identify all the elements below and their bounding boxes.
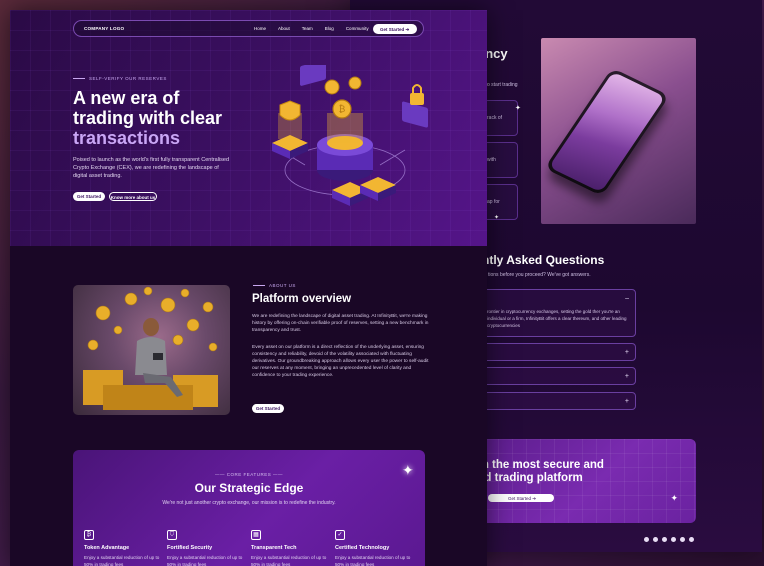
feature-description: Enjoy a substantial reduction of up to 5… <box>84 555 160 566</box>
cta-heading-line1: th the most secure and <box>478 459 604 471</box>
expand-icon[interactable]: + <box>625 373 629 380</box>
social-links <box>644 537 694 542</box>
nav-link-about[interactable]: About <box>278 26 290 31</box>
about-paragraph: Every asset on our platform is a direct … <box>252 345 429 378</box>
strategic-title: Our Strategic Edge <box>194 481 304 495</box>
phone-image <box>541 38 696 224</box>
feature-card: ▦ Transparent Tech Enjoy a substantial r… <box>251 530 331 566</box>
hero-get-started-button[interactable]: Get Started <box>73 192 105 201</box>
sparkle-icon: ✦ <box>515 105 521 112</box>
document-icon <box>300 65 428 128</box>
navbar: COMPANY LOGO Home About Team Blog Commun… <box>73 20 424 37</box>
twitter-icon[interactable] <box>662 537 667 542</box>
sparkle-icon: ✦ <box>402 462 414 478</box>
hero-section: COMPANY LOGO Home About Team Blog Commun… <box>10 10 487 246</box>
linkedin-icon[interactable] <box>680 537 685 542</box>
strategic-edge-section: —— CORE FEATURES —— Our Strategic Edge W… <box>73 450 425 566</box>
company-logo[interactable]: COMPANY LOGO <box>84 26 124 31</box>
hero-eyebrow: SELF-VERIFY OUR RESERVES <box>73 76 167 81</box>
step-card-text: rack of <box>487 115 503 121</box>
collapse-icon[interactable]: – <box>625 295 629 302</box>
expand-icon[interactable]: + <box>625 398 629 405</box>
feature-title: Fortified Security <box>167 545 213 551</box>
expand-icon[interactable]: + <box>625 349 629 356</box>
feature-card: ⛉ Fortified Security Enjoy a substantial… <box>167 530 247 566</box>
crypto-exchange-illustration: ₿ <box>272 65 428 206</box>
shield-icon <box>279 100 301 121</box>
faq-item[interactable]: + <box>470 343 636 361</box>
landing-page-panel: COMPANY LOGO Home About Team Blog Commun… <box>10 10 487 566</box>
about-paragraph: We are redefining the landscape of digit… <box>252 314 429 333</box>
cta-heading-line2: ed trading platform <box>478 472 583 484</box>
about-get-started-button[interactable]: Get Started <box>252 404 284 413</box>
coin-icon: ₿ <box>324 76 362 119</box>
faq-answer: rontier in cryptocurrency exchanges, set… <box>487 309 627 328</box>
faq-subtitle: tions before you proceed? We've got answ… <box>488 272 591 278</box>
step-card-text: with <box>487 157 496 163</box>
sparkle-icon: ✦ <box>494 215 500 221</box>
lock-icon <box>410 84 424 105</box>
feature-description: Enjoy a substantial reduction of up to 5… <box>251 555 327 566</box>
nav-link-blog[interactable]: Blog <box>325 26 334 31</box>
faq-item[interactable]: + <box>470 392 636 410</box>
feature-card: ₿ Token Advantage Enjoy a substantial re… <box>84 530 164 566</box>
smartphone <box>544 67 670 197</box>
step-card-text: ap for <box>487 199 500 205</box>
faq-item-open[interactable]: – rontier in cryptocurrency exchanges, s… <box>470 289 636 337</box>
facebook-icon[interactable] <box>644 537 649 542</box>
sparkle-icon: ✦ <box>670 493 678 503</box>
svg-text:₿: ₿ <box>339 104 346 115</box>
hero-description: Poised to launch as the world's first fu… <box>73 157 230 179</box>
shield-icon: ⛉ <box>167 530 177 540</box>
hero-title: A new era of trading with clear transact… <box>73 88 253 148</box>
investor-image <box>73 285 230 415</box>
instagram-icon[interactable] <box>653 537 658 542</box>
feature-card: ✓ Certified Technology Enjoy a substanti… <box>335 530 415 566</box>
hero-title-line: trading with clear <box>73 108 223 128</box>
cta-banner: th the most secure and ed trading platfo… <box>470 439 696 523</box>
feature-description: Enjoy a substantial reduction of up to 5… <box>167 555 243 566</box>
about-eyebrow: ABOUT US <box>253 283 296 288</box>
back-section-subtitle: o start trading <box>487 82 518 88</box>
nav-links: Home About Team Blog Community <box>254 26 369 31</box>
about-title: Platform overview <box>252 293 352 305</box>
businessman-with-coins-illustration <box>83 286 218 410</box>
feature-title: Token Advantage <box>84 545 130 551</box>
certificate-icon: ✓ <box>335 530 345 540</box>
chip-icon: ▦ <box>251 530 261 540</box>
feature-description: Enjoy a substantial reduction of up to 5… <box>335 555 411 566</box>
nav-get-started-button[interactable]: Get Started ➔ <box>373 24 417 34</box>
tiktok-icon[interactable] <box>689 537 694 542</box>
nav-link-team[interactable]: Team <box>302 26 313 31</box>
nav-link-community[interactable]: Community <box>346 26 369 31</box>
strategic-eyebrow: —— CORE FEATURES —— <box>215 472 283 477</box>
faq-title: ntly Asked Questions <box>482 253 605 267</box>
feature-title: Certified Technology <box>335 545 390 551</box>
hero-know-more-button[interactable]: Know more about us <box>109 192 157 201</box>
feature-title: Transparent Tech <box>251 545 297 551</box>
youtube-icon[interactable] <box>671 537 676 542</box>
cta-get-started-button[interactable]: Get Started ➔ <box>488 494 554 502</box>
strategic-subtitle: We're not just another crypto exchange, … <box>162 500 336 506</box>
nav-link-home[interactable]: Home <box>254 26 266 31</box>
hero-title-highlight: transactions <box>73 128 181 148</box>
faq-item[interactable]: + <box>470 367 636 385</box>
token-icon: ₿ <box>84 530 94 540</box>
hero-title-line: A new era of <box>73 88 180 108</box>
